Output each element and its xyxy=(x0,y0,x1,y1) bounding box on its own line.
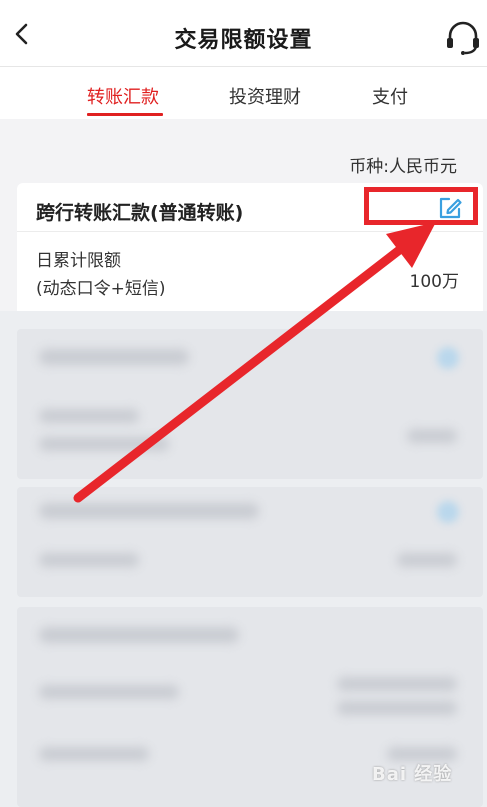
red-arrow-annotation xyxy=(73,222,436,503)
watermark: Bai 经验 xyxy=(372,764,453,785)
